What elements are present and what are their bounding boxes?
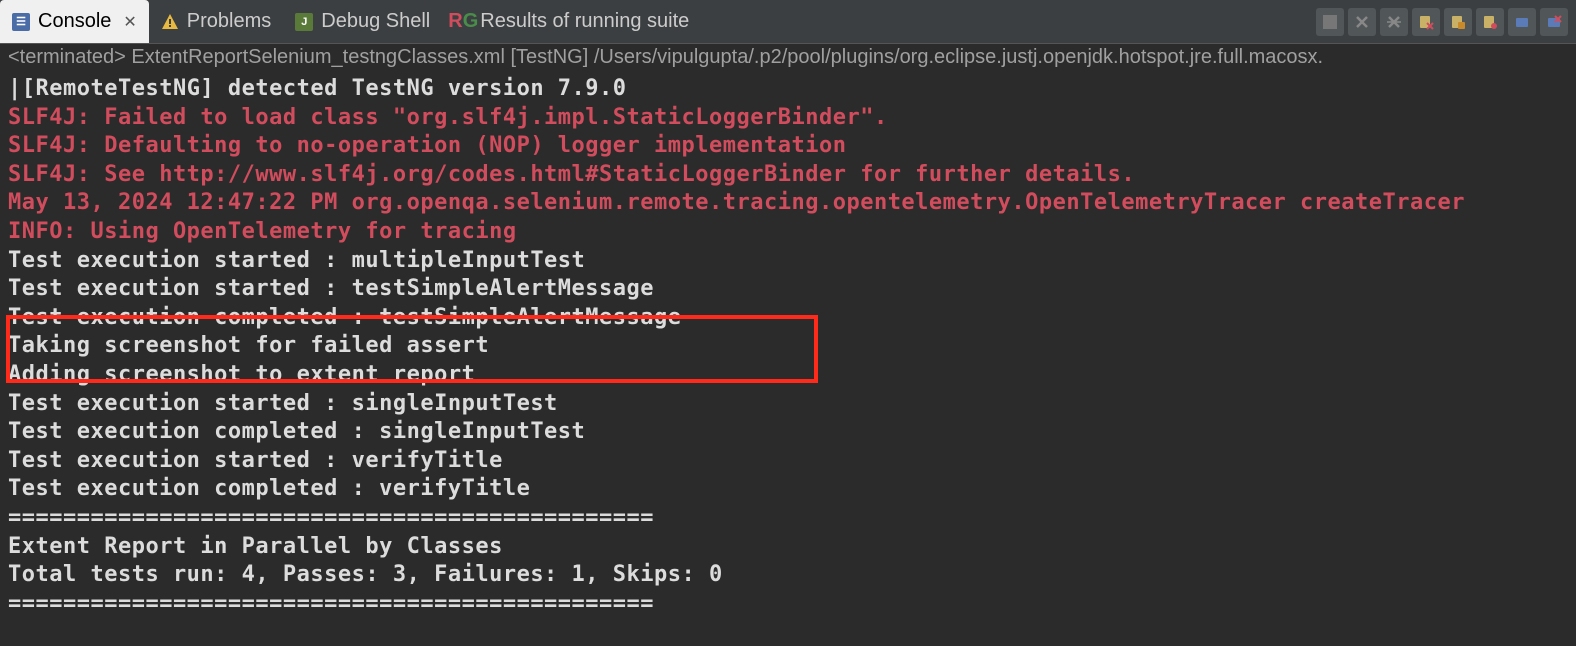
rg-icon: RG [454, 13, 472, 31]
console-line: Test execution completed : verifyTitle [8, 475, 1568, 504]
display-selected-console-button[interactable] [1540, 8, 1568, 36]
tab-console[interactable]: ☰ Console ✕ [0, 0, 149, 43]
console-line: SLF4J: Defaulting to no-operation (NOP) … [8, 132, 1568, 161]
warning-icon [161, 13, 179, 31]
pin-console-button[interactable] [1508, 8, 1536, 36]
console-line: Test execution started : multipleInputTe… [8, 247, 1568, 276]
tab-debug-label: Debug Shell [321, 10, 430, 33]
console-line: |[RemoteTestNG] detected TestNG version … [8, 75, 1568, 104]
console-icon: ☰ [12, 13, 30, 31]
tab-debug-shell[interactable]: J Debug Shell [283, 0, 442, 43]
tab-bar: ☰ Console ✕ Problems J Debug Shell RG Re… [0, 0, 1576, 44]
console-line: Test execution started : testSimpleAlert… [8, 275, 1568, 304]
console-line: SLF4J: Failed to load class "org.slf4j.i… [8, 104, 1568, 133]
console-line: INFO: Using OpenTelemetry for tracing [8, 218, 1568, 247]
console-line: ========================================… [8, 590, 1568, 619]
console-line: Test execution started : verifyTitle [8, 447, 1568, 476]
tab-problems[interactable]: Problems [149, 0, 283, 43]
console-line: Extent Report in Parallel by Classes [8, 533, 1568, 562]
remove-all-launches-button[interactable] [1380, 8, 1408, 36]
console-line: May 13, 2024 12:47:22 PM org.openqa.sele… [8, 189, 1568, 218]
console-line: Test execution completed : testSimpleAle… [8, 304, 1568, 333]
console-output[interactable]: |[RemoteTestNG] detected TestNG version … [0, 71, 1576, 622]
tab-console-label: Console [38, 10, 111, 33]
console-line: ========================================… [8, 504, 1568, 533]
console-toolbar [1316, 8, 1576, 36]
console-line: Total tests run: 4, Passes: 3, Failures:… [8, 561, 1568, 590]
console-line: Taking screenshot for failed assert [8, 332, 1568, 361]
console-line: Adding screenshot to extent report [8, 361, 1568, 390]
tab-results[interactable]: RG Results of running suite [442, 0, 701, 43]
clear-console-button[interactable] [1412, 8, 1440, 36]
console-line: SLF4J: See http://www.slf4j.org/codes.ht… [8, 161, 1568, 190]
tab-problems-label: Problems [187, 10, 271, 33]
debug-j-icon: J [295, 13, 313, 31]
launch-status: <terminated> ExtentReportSelenium_testng… [0, 44, 1576, 71]
terminate-button[interactable] [1316, 8, 1344, 36]
remove-launch-button[interactable] [1348, 8, 1376, 36]
scroll-lock-button[interactable] [1444, 8, 1472, 36]
console-output-container: |[RemoteTestNG] detected TestNG version … [0, 71, 1576, 622]
tab-results-label: Results of running suite [480, 10, 689, 33]
console-line: Test execution started : singleInputTest [8, 390, 1568, 419]
close-icon[interactable]: ✕ [123, 12, 136, 32]
console-line: Test execution completed : singleInputTe… [8, 418, 1568, 447]
word-wrap-button[interactable] [1476, 8, 1504, 36]
